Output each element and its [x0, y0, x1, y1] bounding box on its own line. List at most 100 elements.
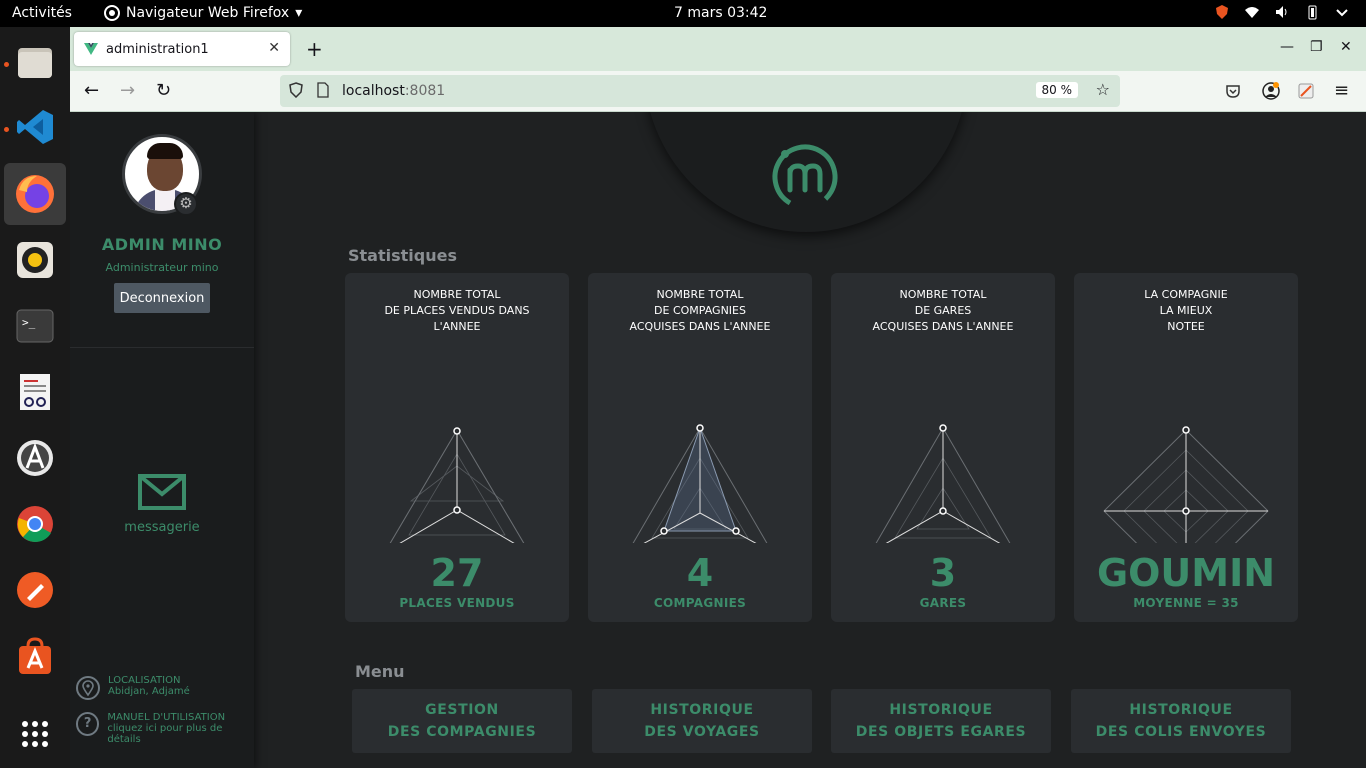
- system-tray[interactable]: [1214, 4, 1350, 20]
- vue-icon: [84, 43, 98, 55]
- menu-line1: HISTORIQUE: [1129, 702, 1233, 718]
- clock[interactable]: 7 mars 03:42: [674, 5, 767, 21]
- extension-icon[interactable]: [1297, 82, 1315, 100]
- postman-icon[interactable]: [12, 567, 58, 613]
- files-icon[interactable]: [12, 39, 58, 85]
- firefox-icon: [104, 5, 120, 21]
- shield-icon: [1216, 5, 1228, 19]
- settings-gear-icon[interactable]: ⚙: [174, 192, 198, 216]
- stats-title: Statistiques: [348, 246, 457, 265]
- messaging-label: messagerie: [124, 520, 200, 535]
- location-info: LOCALISATION Abidjan, Adjamé: [76, 675, 190, 701]
- location-value: Abidjan, Adjamé: [108, 686, 190, 697]
- volume-icon: [1276, 6, 1287, 18]
- stat-card-best-company: LA COMPAGNIE LA MIEUX NOTEE GOUMIN MOYEN…: [1074, 273, 1298, 622]
- app-content: ⚙ ADMIN MINO Administrateur mino Deconne…: [70, 112, 1366, 768]
- dock: >_: [0, 27, 70, 768]
- rhythmbox-icon[interactable]: [12, 237, 58, 283]
- menu-line2: DES COLIS ENVOYES: [1095, 724, 1267, 740]
- menu-parcels-button[interactable]: HISTORIQUE DES COLIS ENVOYES: [1071, 689, 1291, 753]
- radar-chart: [632, 424, 768, 543]
- url-host: localhost: [342, 83, 405, 99]
- show-apps-icon[interactable]: [12, 711, 58, 757]
- brand-logo-icon: [772, 144, 838, 210]
- forward-arrow-icon[interactable]: →: [120, 80, 135, 101]
- close-window-icon[interactable]: ✕: [1340, 39, 1352, 55]
- pocket-icon[interactable]: [1225, 83, 1241, 99]
- card-value: 3: [929, 551, 957, 595]
- document-viewer-icon[interactable]: [12, 369, 58, 415]
- system-top-bar: Activités Navigateur Web Firefox ▾ 7 mar…: [0, 0, 1366, 27]
- wifi-icon: [1245, 7, 1259, 18]
- help-icon: ?: [76, 712, 100, 736]
- card-unit: GARES: [919, 596, 967, 610]
- app-store-icon[interactable]: [12, 633, 58, 679]
- menu-line1: HISTORIQUE: [650, 702, 754, 718]
- divider: [70, 347, 254, 348]
- maximize-icon[interactable]: ❐: [1310, 39, 1323, 55]
- vscode-icon[interactable]: [12, 104, 58, 150]
- tab-title: administration1: [106, 41, 209, 57]
- menu-line2: DES OBJETS EGARES: [855, 724, 1027, 740]
- stat-card-companies: NOMBRE TOTAL DE COMPAGNIES ACQUISES DANS…: [588, 273, 812, 622]
- menu-title: Menu: [355, 662, 405, 681]
- mail-icon: [138, 474, 186, 510]
- tracking-shield-icon[interactable]: [288, 82, 304, 98]
- stat-card-places: NOMBRE TOTAL DE PLACES VENDUS DANS L'ANN…: [345, 273, 569, 622]
- radar-chart: [1103, 426, 1269, 543]
- svg-text:>_: >_: [22, 316, 36, 329]
- card-title: LA COMPAGNIE LA MIEUX NOTEE: [1144, 288, 1228, 333]
- firefox-dock-icon[interactable]: [4, 163, 66, 225]
- chevron-down-icon: [1336, 9, 1348, 17]
- card-value: 4: [686, 551, 714, 595]
- card-title: NOMBRE TOTAL DE PLACES VENDUS DANS L'ANN…: [384, 288, 530, 333]
- manual-title: MANUEL D'UTILISATION: [107, 712, 226, 723]
- location-pin-icon: [76, 676, 100, 700]
- back-arrow-icon[interactable]: ←: [84, 80, 99, 101]
- menu-line2: DES COMPAGNIES: [387, 724, 537, 740]
- hamburger-menu-icon[interactable]: ≡: [1334, 80, 1349, 101]
- running-indicator: [4, 62, 9, 67]
- admin-name: ADMIN MINO: [101, 235, 223, 254]
- minimize-icon[interactable]: —: [1280, 39, 1294, 55]
- battery-icon: [1308, 5, 1317, 20]
- radar-chart: [875, 424, 1011, 543]
- close-tab-icon[interactable]: ✕: [268, 40, 280, 56]
- account-icon[interactable]: [1262, 82, 1280, 100]
- app-menu-label: Navigateur Web Firefox: [126, 5, 290, 21]
- sidebar: ⚙ ADMIN MINO Administrateur mino Deconne…: [70, 112, 254, 768]
- card-title: NOMBRE TOTAL DE GARES ACQUISES DANS L'AN…: [872, 288, 1014, 333]
- card-title: NOMBRE TOTAL DE COMPAGNIES ACQUISES DANS…: [629, 288, 771, 333]
- url-port: :8081: [404, 83, 446, 99]
- messaging-link[interactable]: messagerie: [70, 474, 254, 535]
- browser-tab-bar: administration1 ✕ + — ❐ ✕: [70, 27, 1366, 71]
- card-value: GOUMIN: [1096, 551, 1276, 595]
- menu-line2: DES VOYAGES: [644, 724, 760, 740]
- new-tab-button[interactable]: +: [306, 37, 323, 61]
- app-menu[interactable]: Navigateur Web Firefox ▾: [104, 5, 302, 21]
- software-updater-icon[interactable]: [12, 435, 58, 481]
- menu-companies-button[interactable]: GESTION DES COMPAGNIES: [352, 689, 572, 753]
- activities-button[interactable]: Activités: [12, 5, 72, 21]
- radar-chart: [389, 427, 525, 543]
- menu-lost-items-button[interactable]: HISTORIQUE DES OBJETS EGARES: [831, 689, 1051, 753]
- zoom-indicator[interactable]: 80 %: [1035, 82, 1078, 98]
- manual-link[interactable]: ? MANUEL D'UTILISATION cliquez ici pour …: [76, 712, 254, 745]
- terminal-icon[interactable]: >_: [12, 303, 58, 349]
- browser-tab[interactable]: administration1 ✕: [74, 32, 290, 66]
- reload-icon[interactable]: ↻: [156, 80, 171, 101]
- address-bar[interactable]: localhost:8081 80 % ☆: [280, 75, 1120, 107]
- running-indicator: [4, 127, 9, 132]
- menu-trips-button[interactable]: HISTORIQUE DES VOYAGES: [592, 689, 812, 753]
- card-unit: PLACES VENDUS: [399, 596, 515, 610]
- menu-line1: GESTION: [425, 702, 499, 718]
- bookmark-star-icon[interactable]: ☆: [1096, 80, 1110, 99]
- admin-role: Administrateur mino: [105, 261, 219, 274]
- manual-value: cliquez ici pour plus de détails: [107, 723, 223, 745]
- stat-card-stations: NOMBRE TOTAL DE GARES ACQUISES DANS L'AN…: [831, 273, 1055, 622]
- menu-line1: HISTORIQUE: [889, 702, 993, 718]
- chevron-down-icon: ▾: [295, 5, 303, 21]
- logout-button[interactable]: Deconnexion: [114, 283, 210, 313]
- url-text: localhost:8081: [342, 83, 445, 99]
- chrome-icon[interactable]: [12, 501, 58, 547]
